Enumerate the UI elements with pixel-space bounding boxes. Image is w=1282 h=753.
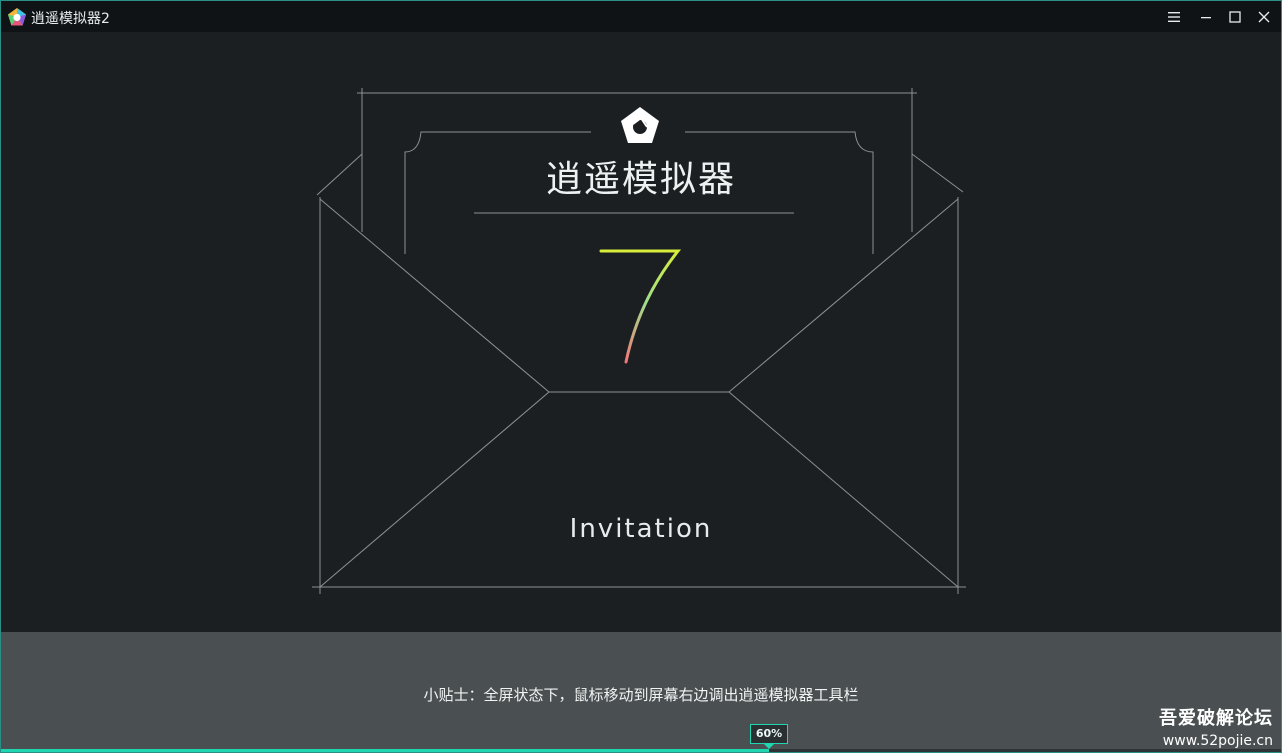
progress-bar [1, 749, 1281, 752]
title-bar[interactable]: 逍遥模拟器2 [1, 1, 1281, 32]
loading-footer: 小贴士：全屏状态下，鼠标移动到屏幕右边调出逍遥模拟器工具栏 60% 吾爱破解论坛… [1, 632, 1281, 752]
watermark: 吾爱破解论坛 www.52pojie.cn [1159, 704, 1273, 749]
menu-button[interactable] [1161, 5, 1187, 29]
app-window: 逍遥模拟器2 逍遥模拟器 Invitation 小贴士：全屏状态下，鼠标移动到屏… [0, 0, 1282, 753]
splash-screen: 逍遥模拟器 Invitation [1, 32, 1281, 632]
watermark-url: www.52pojie.cn [1162, 733, 1273, 749]
progress-fill [1, 749, 769, 752]
close-icon [1258, 11, 1270, 23]
tip-text: 小贴士：全屏状态下，鼠标移动到屏幕右边调出逍遥模拟器工具栏 [423, 686, 859, 704]
maximize-button[interactable] [1222, 5, 1248, 29]
app-logo-icon [8, 8, 26, 26]
version-seven-glyph [599, 249, 682, 364]
menu-icon [1168, 12, 1180, 22]
minimize-button[interactable] [1193, 5, 1219, 29]
minimize-icon [1201, 17, 1211, 19]
close-button[interactable] [1251, 5, 1277, 29]
brand-title: 逍遥模拟器 [545, 159, 736, 200]
invitation-text: Invitation [569, 514, 713, 544]
watermark-title: 吾爱破解论坛 [1159, 708, 1273, 729]
progress-badge: 60% [750, 724, 788, 749]
xiaoyao-logo-icon [621, 107, 659, 143]
maximize-icon [1229, 11, 1241, 23]
window-title: 逍遥模拟器2 [31, 11, 110, 27]
